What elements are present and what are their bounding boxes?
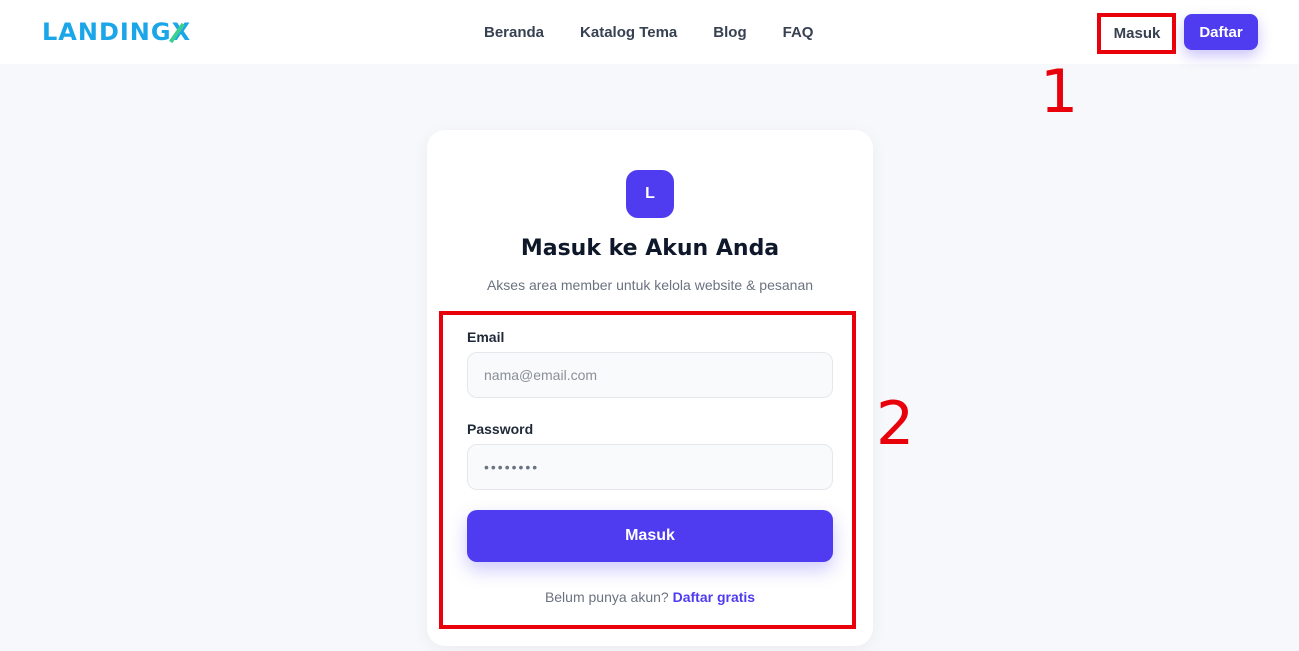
page-title: Masuk ke Akun Anda bbox=[520, 236, 780, 261]
nav-links: Beranda Katalog Tema Blog FAQ bbox=[484, 24, 813, 41]
annotation-number-1: 1 bbox=[1040, 57, 1079, 127]
annotation-box-2 bbox=[439, 311, 856, 629]
card-logo-avatar: L bbox=[626, 170, 674, 218]
nav-link-faq[interactable]: FAQ bbox=[783, 24, 814, 41]
nav-link-beranda[interactable]: Beranda bbox=[484, 24, 544, 41]
nav-link-blog[interactable]: Blog bbox=[713, 24, 746, 41]
annotation-box-1 bbox=[1097, 13, 1176, 54]
logo-text: LANDING bbox=[42, 18, 172, 46]
nav-link-katalog-tema[interactable]: Katalog Tema bbox=[580, 24, 677, 41]
page-subtitle: Akses area member untuk kelola website &… bbox=[486, 277, 814, 293]
register-nav-button[interactable]: Daftar bbox=[1184, 14, 1258, 50]
logo-accent: X bbox=[171, 18, 192, 46]
annotation-number-2: 2 bbox=[876, 389, 915, 459]
brand-logo[interactable]: LANDING X bbox=[42, 18, 191, 46]
